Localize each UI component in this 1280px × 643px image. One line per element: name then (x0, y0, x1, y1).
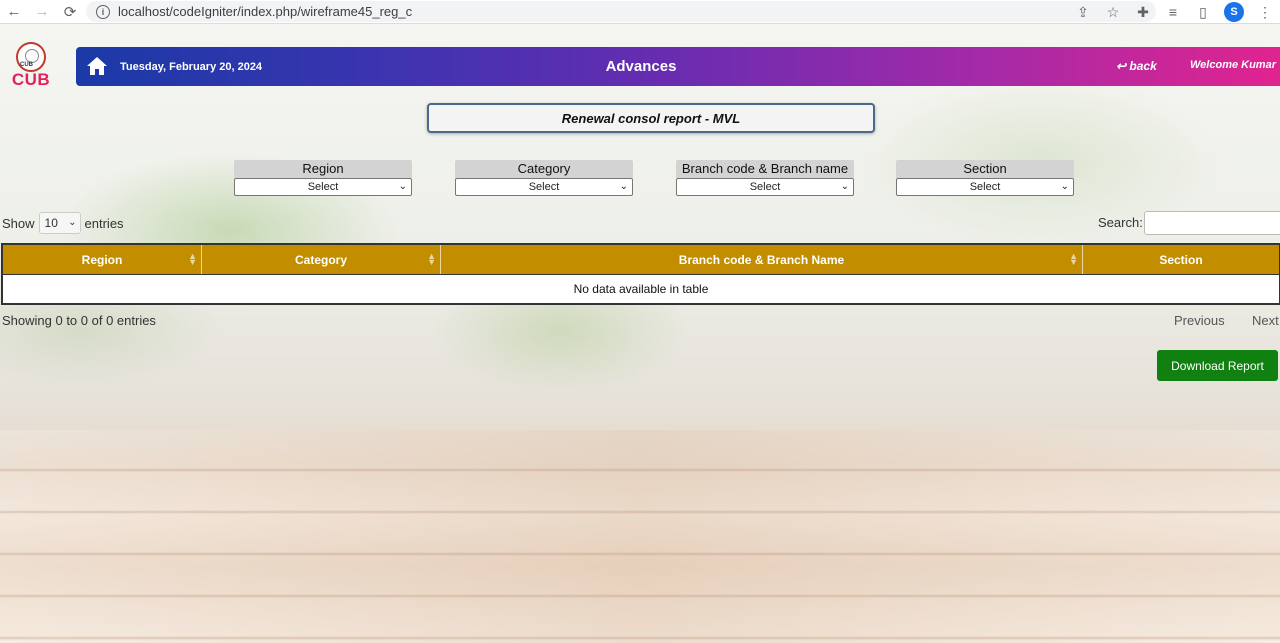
back-label: back (1129, 59, 1157, 73)
welcome-text: Welcome Kumar (1190, 59, 1276, 71)
sort-icon: ▲ ▼ (188, 251, 197, 267)
filter-label: Branch code & Branch name (676, 160, 854, 178)
bookmark-star-icon[interactable]: ☆ (1104, 4, 1122, 21)
side-panel-icon[interactable]: ▯ (1194, 4, 1212, 21)
table-header: Region ▲ ▼ Category ▲ ▼ Branch code & Bran… (3, 245, 1279, 274)
select-value: Select (307, 181, 339, 193)
filter-section: Section Select ⌄ (896, 160, 1074, 196)
page-length-value: 10 (44, 216, 58, 230)
share-icon[interactable]: ⇪ (1074, 4, 1092, 21)
category-select[interactable]: Select ⌄ (455, 178, 633, 196)
data-table: Region ▲ ▼ Category ▲ ▼ Branch code & Bran… (1, 243, 1280, 305)
media-queue-icon[interactable]: ≡ (1164, 4, 1182, 20)
chevron-down-icon: ⌄ (398, 181, 407, 192)
app-header: Tuesday, February 20, 2024 Advances ↩ ba… (76, 47, 1280, 86)
search-input[interactable] (1144, 211, 1280, 235)
column-header-category[interactable]: Category ▲ ▼ (202, 245, 441, 274)
empty-row: No data available in table (3, 274, 1279, 303)
column-header-branch[interactable]: Branch code & Branch Name ▲ ▼ (441, 245, 1083, 274)
filter-category: Category Select ⌄ (455, 160, 633, 196)
region-select[interactable]: Select ⌄ (234, 178, 412, 196)
column-label: Section (1159, 252, 1203, 267)
previous-button[interactable]: Previous (1174, 313, 1225, 328)
filter-branch: Branch code & Branch name Select ⌄ (676, 160, 854, 196)
page-length-control: Show 10 ⌄ entries (2, 212, 124, 234)
back-link[interactable]: ↩ back (1116, 59, 1157, 73)
column-header-region[interactable]: Region ▲ ▼ (3, 245, 202, 274)
chevron-down-icon: ⌄ (840, 181, 849, 192)
menu-kebab-icon[interactable]: ⋮ (1256, 4, 1274, 21)
column-label: Region (81, 252, 123, 267)
chevron-down-icon: ⌄ (619, 181, 628, 192)
report-title: Renewal consol report - MVL (427, 103, 875, 133)
column-label: Category (294, 252, 347, 267)
select-value: Select (528, 181, 560, 193)
search-label: Search: (1098, 215, 1143, 230)
profile-avatar[interactable]: S (1224, 2, 1244, 22)
back-arrow-icon: ↩ (1116, 59, 1127, 73)
page-length-select[interactable]: 10 ⌄ (38, 212, 81, 234)
background-wood (0, 430, 1280, 643)
next-button[interactable]: Next (1252, 313, 1279, 328)
chevron-down-icon: ⌄ (68, 217, 77, 228)
filter-label: Section (896, 160, 1074, 178)
filter-region: Region Select ⌄ (234, 160, 412, 196)
show-label: Show (2, 215, 35, 231)
column-header-section[interactable]: Section (1083, 245, 1279, 274)
select-value: Select (749, 181, 781, 193)
download-report-button[interactable]: Download Report (1157, 350, 1278, 381)
column-label: Branch code & Branch Name (678, 252, 845, 267)
forward-arrow-icon[interactable]: → (28, 0, 56, 24)
table-info: Showing 0 to 0 of 0 entries (2, 313, 156, 328)
section-select[interactable]: Select ⌄ (896, 178, 1074, 196)
filter-label: Region (234, 160, 412, 178)
address-bar[interactable]: i localhost/codeIgniter/index.php/wirefr… (86, 1, 1156, 22)
sort-icon: ▲ ▼ (427, 251, 436, 267)
page-title: Advances (605, 58, 677, 75)
select-value: Select (969, 181, 1001, 193)
chevron-down-icon: ⌄ (1060, 181, 1069, 192)
entries-label: entries (84, 215, 124, 231)
back-arrow-icon[interactable]: ← (0, 0, 28, 24)
browser-toolbar: ← → ⟳ i localhost/codeIgniter/index.php/… (0, 0, 1280, 24)
branch-select[interactable]: Select ⌄ (676, 178, 854, 196)
cub-logo: CUB CUB (6, 42, 56, 89)
filter-label: Category (455, 160, 633, 178)
extensions-puzzle-icon[interactable]: ✚ (1134, 4, 1152, 21)
logo-text: CUB (11, 70, 51, 89)
reload-icon[interactable]: ⟳ (56, 0, 84, 24)
sort-icon: ▲ ▼ (1069, 251, 1078, 267)
site-info-icon[interactable]: i (96, 4, 110, 19)
logo-small-text: CUB (20, 62, 33, 68)
url-text: localhost/codeIgniter/index.php/wirefram… (118, 4, 413, 19)
